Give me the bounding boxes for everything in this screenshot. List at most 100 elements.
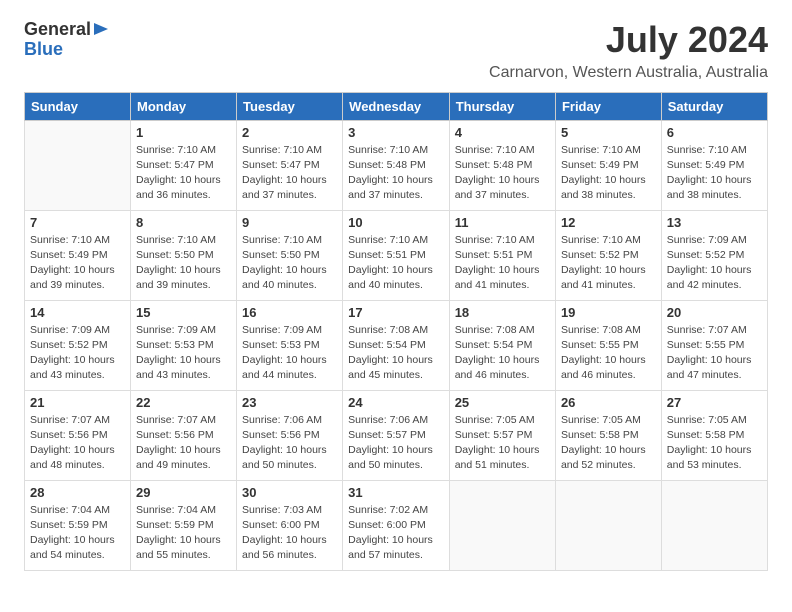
day-info: Sunrise: 7:08 AMSunset: 5:54 PMDaylight:…	[455, 323, 550, 384]
calendar-cell: 21 Sunrise: 7:07 AMSunset: 5:56 PMDayligh…	[25, 390, 131, 480]
day-number: 31	[348, 485, 444, 500]
month-year-title: July 2024	[489, 20, 768, 60]
day-info: Sunrise: 7:02 AMSunset: 6:00 PMDaylight:…	[348, 503, 444, 564]
calendar-cell: 2Sunrise: 7:10 AMSunset: 5:47 PMDaylight…	[237, 120, 343, 210]
day-info: Sunrise: 7:10 AMSunset: 5:50 PMDaylight:…	[242, 233, 337, 294]
calendar-cell: 19 Sunrise: 7:08 AMSunset: 5:55 PMDayligh…	[555, 300, 661, 390]
calendar-cell: 6 Sunrise: 7:10 AMSunset: 5:49 PMDaylight…	[661, 120, 767, 210]
calendar-cell: 22 Sunrise: 7:07 AMSunset: 5:56 PMDayligh…	[131, 390, 237, 480]
day-info: Sunrise: 7:10 AMSunset: 5:50 PMDaylight:…	[136, 233, 231, 294]
day-info: Sunrise: 7:10 AMSunset: 5:49 PMDaylight:…	[30, 233, 125, 294]
calendar-cell: 3 Sunrise: 7:10 AMSunset: 5:48 PMDaylight…	[343, 120, 450, 210]
calendar-cell: 7 Sunrise: 7:10 AMSunset: 5:49 PMDaylight…	[25, 210, 131, 300]
day-number: 15	[136, 305, 231, 320]
day-number: 27	[667, 395, 762, 410]
day-number: 24	[348, 395, 444, 410]
day-number: 4	[455, 125, 550, 140]
column-header-wednesday: Wednesday	[343, 92, 450, 120]
calendar-cell: 27 Sunrise: 7:05 AMSunset: 5:58 PMDayligh…	[661, 390, 767, 480]
column-header-sunday: Sunday	[25, 92, 131, 120]
calendar-cell	[449, 480, 555, 570]
day-number: 12	[561, 215, 656, 230]
calendar-week-4: 21 Sunrise: 7:07 AMSunset: 5:56 PMDayligh…	[25, 390, 768, 480]
calendar-cell	[661, 480, 767, 570]
day-info: Sunrise: 7:05 AMSunset: 5:58 PMDaylight:…	[667, 413, 762, 474]
logo: General Blue	[24, 20, 110, 60]
logo-icon	[92, 20, 110, 38]
logo-general: General	[24, 20, 91, 40]
day-info: Sunrise: 7:10 AMSunset: 5:47 PMDaylight:…	[136, 143, 231, 204]
calendar-cell: 13Sunrise: 7:09 AMSunset: 5:52 PMDayligh…	[661, 210, 767, 300]
calendar-cell: 25Sunrise: 7:05 AMSunset: 5:57 PMDayligh…	[449, 390, 555, 480]
calendar-cell: 23 Sunrise: 7:06 AMSunset: 5:56 PMDayligh…	[237, 390, 343, 480]
calendar-cell: 10Sunrise: 7:10 AMSunset: 5:51 PMDayligh…	[343, 210, 450, 300]
location-subtitle: Carnarvon, Western Australia, Australia	[489, 64, 768, 82]
calendar-cell: 17 Sunrise: 7:08 AMSunset: 5:54 PMDayligh…	[343, 300, 450, 390]
calendar-cell: 30Sunrise: 7:03 AMSunset: 6:00 PMDayligh…	[237, 480, 343, 570]
calendar-cell: 24 Sunrise: 7:06 AMSunset: 5:57 PMDayligh…	[343, 390, 450, 480]
day-number: 8	[136, 215, 231, 230]
calendar-cell: 4Sunrise: 7:10 AMSunset: 5:48 PMDaylight…	[449, 120, 555, 210]
day-info: Sunrise: 7:06 AMSunset: 5:57 PMDaylight:…	[348, 413, 444, 474]
column-header-saturday: Saturday	[661, 92, 767, 120]
day-number: 10	[348, 215, 444, 230]
day-number: 1	[136, 125, 231, 140]
day-info: Sunrise: 7:04 AMSunset: 5:59 PMDaylight:…	[30, 503, 125, 564]
calendar-cell	[555, 480, 661, 570]
day-number: 21	[30, 395, 125, 410]
calendar-cell: 18 Sunrise: 7:08 AMSunset: 5:54 PMDayligh…	[449, 300, 555, 390]
calendar-week-2: 7 Sunrise: 7:10 AMSunset: 5:49 PMDaylight…	[25, 210, 768, 300]
day-number: 5	[561, 125, 656, 140]
day-number: 19	[561, 305, 656, 320]
calendar-cell: 20Sunrise: 7:07 AMSunset: 5:55 PMDayligh…	[661, 300, 767, 390]
page-header: General Blue July 2024 Carnarvon, Wester…	[24, 20, 768, 82]
day-number: 3	[348, 125, 444, 140]
calendar-cell: 29Sunrise: 7:04 AMSunset: 5:59 PMDayligh…	[131, 480, 237, 570]
day-info: Sunrise: 7:07 AMSunset: 5:56 PMDaylight:…	[136, 413, 231, 474]
day-info: Sunrise: 7:10 AMSunset: 5:52 PMDaylight:…	[561, 233, 656, 294]
calendar-cell: 5 Sunrise: 7:10 AMSunset: 5:49 PMDaylight…	[555, 120, 661, 210]
calendar-cell: 16Sunrise: 7:09 AMSunset: 5:53 PMDayligh…	[237, 300, 343, 390]
day-number: 26	[561, 395, 656, 410]
calendar-header-row: SundayMondayTuesdayWednesdayThursdayFrid…	[25, 92, 768, 120]
day-number: 28	[30, 485, 125, 500]
day-info: Sunrise: 7:05 AMSunset: 5:57 PMDaylight:…	[455, 413, 550, 474]
day-number: 6	[667, 125, 762, 140]
calendar-cell: 31 Sunrise: 7:02 AMSunset: 6:00 PMDayligh…	[343, 480, 450, 570]
calendar-week-5: 28 Sunrise: 7:04 AMSunset: 5:59 PMDayligh…	[25, 480, 768, 570]
day-info: Sunrise: 7:04 AMSunset: 5:59 PMDaylight:…	[136, 503, 231, 564]
column-header-tuesday: Tuesday	[237, 92, 343, 120]
column-header-thursday: Thursday	[449, 92, 555, 120]
day-info: Sunrise: 7:03 AMSunset: 6:00 PMDaylight:…	[242, 503, 337, 564]
day-info: Sunrise: 7:08 AMSunset: 5:55 PMDaylight:…	[561, 323, 656, 384]
calendar-cell: 1 Sunrise: 7:10 AMSunset: 5:47 PMDaylight…	[131, 120, 237, 210]
calendar-cell: 28 Sunrise: 7:04 AMSunset: 5:59 PMDayligh…	[25, 480, 131, 570]
day-number: 22	[136, 395, 231, 410]
calendar-cell: 12 Sunrise: 7:10 AMSunset: 5:52 PMDayligh…	[555, 210, 661, 300]
day-number: 7	[30, 215, 125, 230]
logo-blue: Blue	[24, 40, 63, 60]
calendar-week-1: 1 Sunrise: 7:10 AMSunset: 5:47 PMDaylight…	[25, 120, 768, 210]
day-info: Sunrise: 7:06 AMSunset: 5:56 PMDaylight:…	[242, 413, 337, 474]
calendar-cell: 9Sunrise: 7:10 AMSunset: 5:50 PMDaylight…	[237, 210, 343, 300]
day-number: 13	[667, 215, 762, 230]
column-header-friday: Friday	[555, 92, 661, 120]
day-info: Sunrise: 7:07 AMSunset: 5:55 PMDaylight:…	[667, 323, 762, 384]
day-info: Sunrise: 7:08 AMSunset: 5:54 PMDaylight:…	[348, 323, 444, 384]
day-info: Sunrise: 7:10 AMSunset: 5:49 PMDaylight:…	[561, 143, 656, 204]
day-info: Sunrise: 7:10 AMSunset: 5:48 PMDaylight:…	[348, 143, 444, 204]
day-info: Sunrise: 7:09 AMSunset: 5:53 PMDaylight:…	[136, 323, 231, 384]
calendar-cell: 8 Sunrise: 7:10 AMSunset: 5:50 PMDaylight…	[131, 210, 237, 300]
calendar-cell: 26Sunrise: 7:05 AMSunset: 5:58 PMDayligh…	[555, 390, 661, 480]
day-info: Sunrise: 7:09 AMSunset: 5:53 PMDaylight:…	[242, 323, 337, 384]
day-number: 17	[348, 305, 444, 320]
day-number: 2	[242, 125, 337, 140]
day-info: Sunrise: 7:10 AMSunset: 5:49 PMDaylight:…	[667, 143, 762, 204]
column-header-monday: Monday	[131, 92, 237, 120]
day-info: Sunrise: 7:10 AMSunset: 5:51 PMDaylight:…	[455, 233, 550, 294]
title-area: July 2024 Carnarvon, Western Australia, …	[489, 20, 768, 82]
day-info: Sunrise: 7:07 AMSunset: 5:56 PMDaylight:…	[30, 413, 125, 474]
day-number: 18	[455, 305, 550, 320]
day-number: 23	[242, 395, 337, 410]
calendar-cell: 15 Sunrise: 7:09 AMSunset: 5:53 PMDayligh…	[131, 300, 237, 390]
